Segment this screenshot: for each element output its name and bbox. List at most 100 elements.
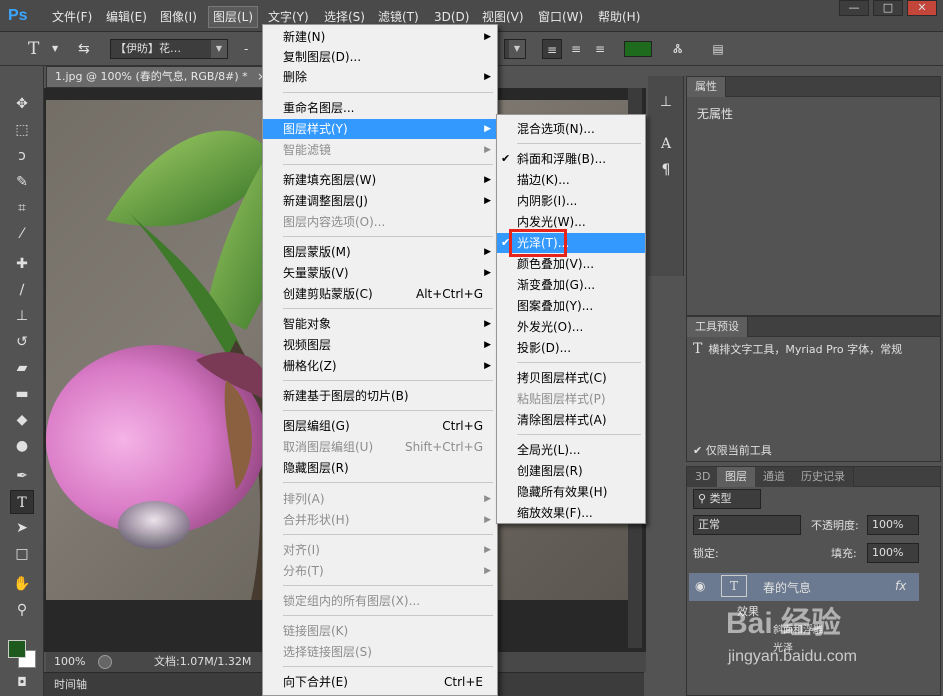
menu-drop-shadow[interactable]: 投影(D)... bbox=[497, 338, 645, 358]
menu-rasterize[interactable]: 栅格化(Z) ▶ bbox=[263, 356, 497, 376]
foreground-color-swatch[interactable] bbox=[8, 640, 26, 658]
menu-pattern-overlay[interactable]: 图案叠加(Y)... bbox=[497, 296, 645, 316]
menu-smart-object[interactable]: 智能对象 ▶ bbox=[263, 314, 497, 334]
menu-ungroup-layers[interactable]: 取消图层编组(U) Shift+Ctrl+G bbox=[263, 437, 497, 457]
menu-link-layers[interactable]: 链接图层(K) bbox=[263, 621, 497, 641]
text-color-swatch[interactable] bbox=[624, 41, 652, 57]
eraser-tool-icon[interactable]: ▰ bbox=[10, 356, 34, 380]
menu-arrange[interactable]: 排列(A) ▶ bbox=[263, 489, 497, 509]
menu-color-overlay[interactable]: 颜色叠加(V)... bbox=[497, 254, 645, 274]
quick-mask-icon[interactable]: ◘ bbox=[10, 670, 34, 694]
marquee-tool-icon[interactable]: ⬚ bbox=[10, 118, 34, 142]
path-select-icon[interactable]: ➤ bbox=[10, 516, 34, 540]
close-button[interactable]: ✕ bbox=[907, 0, 937, 16]
align-right-icon[interactable]: ≡ bbox=[590, 39, 610, 59]
blend-mode-select[interactable]: 正常 bbox=[693, 515, 801, 535]
menu-clear-layer-style[interactable]: 清除图层样式(A) bbox=[497, 410, 645, 430]
rectangle-tool-icon[interactable]: □ bbox=[10, 542, 34, 566]
menu-help[interactable]: 帮助(H) bbox=[594, 8, 644, 26]
menu-edit[interactable]: 编辑(E) bbox=[102, 8, 151, 26]
menu-create-clipping-mask[interactable]: 创建剪贴蒙版(C) Alt+Ctrl+G bbox=[263, 284, 497, 304]
menu-hide-all-effects[interactable]: 隐藏所有效果(H) bbox=[497, 482, 645, 502]
menu-smart-filter[interactable]: 智能滤镜 ▶ bbox=[263, 140, 497, 160]
eyedropper-tool-icon[interactable]: ⁄ bbox=[10, 222, 34, 246]
menu-new-fill-layer[interactable]: 新建填充图层(W) ▶ bbox=[263, 170, 497, 190]
tab-properties[interactable]: 属性 bbox=[687, 77, 726, 97]
tab-3d[interactable]: 3D bbox=[687, 467, 720, 487]
menu-window[interactable]: 窗口(W) bbox=[534, 8, 587, 26]
tab-tool-presets[interactable]: 工具预设 bbox=[687, 317, 748, 337]
menu-vector-mask[interactable]: 矢量蒙版(V) ▶ bbox=[263, 263, 497, 283]
menu-inner-shadow[interactable]: 内阴影(I)... bbox=[497, 191, 645, 211]
font-family-select[interactable]: 【伊昉】花… ▼ bbox=[110, 39, 228, 59]
dodge-tool-icon[interactable]: ● bbox=[10, 434, 34, 458]
tool-preset-dropdown-icon[interactable]: ▼ bbox=[52, 39, 58, 59]
menu-rename-layer[interactable]: 重命名图层... bbox=[263, 98, 497, 118]
tab-layers[interactable]: 图层 bbox=[717, 467, 756, 487]
menu-lock-all-layers-in-group[interactable]: 锁定组内的所有图层(X)... bbox=[263, 591, 497, 611]
tab-channels[interactable]: 通道 bbox=[755, 467, 794, 487]
brush-tool-icon[interactable]: ∕ bbox=[10, 278, 34, 302]
menu-layer-mask[interactable]: 图层蒙版(M) ▶ bbox=[263, 242, 497, 262]
type-tool-icon[interactable]: T bbox=[10, 490, 34, 514]
type-tool-icon[interactable]: T bbox=[28, 39, 39, 59]
align-center-icon[interactable]: ≡ bbox=[566, 39, 586, 59]
menu-bevel-emboss[interactable]: ✔ 斜面和浮雕(B)... bbox=[497, 149, 645, 169]
fx-badge[interactable]: fx bbox=[895, 579, 906, 593]
menu-create-layers[interactable]: 创建图层(R) bbox=[497, 461, 645, 481]
warp-text-icon[interactable]: Ꮬ bbox=[668, 39, 688, 59]
move-tool-icon[interactable]: ✥ bbox=[10, 92, 34, 116]
menu-global-light[interactable]: 全局光(L)... bbox=[497, 440, 645, 460]
menu-new-layer-based-slice[interactable]: 新建基于图层的切片(B) bbox=[263, 386, 497, 406]
status-menu-icon[interactable] bbox=[98, 655, 112, 669]
character-icon[interactable]: A bbox=[654, 132, 678, 156]
menu-copy-layer-style[interactable]: 拷贝图层样式(C) bbox=[497, 368, 645, 388]
menu-layer-style[interactable]: 图层样式(Y) ▶ bbox=[263, 119, 497, 139]
menu-align[interactable]: 对齐(I) ▶ bbox=[263, 540, 497, 560]
menu-merge-down[interactable]: 向下合并(E) Ctrl+E bbox=[263, 672, 497, 692]
menu-blending-options[interactable]: 混合选项(N)... bbox=[497, 119, 645, 139]
quick-select-tool-icon[interactable]: ✎ bbox=[10, 170, 34, 194]
layer-filter-select[interactable]: ⚲ 类型 bbox=[693, 489, 761, 509]
minimize-button[interactable]: — bbox=[839, 0, 869, 16]
paragraph-icon[interactable]: ¶ bbox=[654, 158, 678, 182]
menu-gradient-overlay[interactable]: 渐变叠加(G)... bbox=[497, 275, 645, 295]
opacity-input[interactable]: 100% bbox=[867, 515, 919, 535]
menu-stroke[interactable]: 描边(K)... bbox=[497, 170, 645, 190]
pen-tool-icon[interactable]: ✒ bbox=[10, 464, 34, 488]
only-current-tool-checkbox[interactable]: ✔ 仅限当前工具 bbox=[693, 443, 772, 459]
menu-video-layers[interactable]: 视频图层 ▶ bbox=[263, 335, 497, 355]
menu-image[interactable]: 图像(I) bbox=[156, 8, 201, 26]
align-left-icon[interactable]: ≡ bbox=[542, 39, 562, 59]
fill-input[interactable]: 100% bbox=[867, 543, 919, 563]
menu-outer-glow[interactable]: 外发光(O)... bbox=[497, 317, 645, 337]
clone-stamp-icon[interactable]: ⊥ bbox=[10, 304, 34, 328]
menu-file[interactable]: 文件(F) bbox=[48, 8, 96, 26]
size-dropdown[interactable]: ▼ bbox=[504, 39, 526, 59]
menu-layer[interactable]: 图层(L) bbox=[208, 6, 259, 28]
menu-scale-effects[interactable]: 缩放效果(F)... bbox=[497, 503, 645, 523]
menu-select-linked-layers[interactable]: 选择链接图层(S) bbox=[263, 642, 497, 662]
menu-group-layers[interactable]: 图层编组(G) Ctrl+G bbox=[263, 416, 497, 436]
menu-paste-layer-style[interactable]: 粘贴图层样式(P) bbox=[497, 389, 645, 409]
menu-new-adjustment-layer[interactable]: 新建调整图层(J) ▶ bbox=[263, 191, 497, 211]
menu-new[interactable]: 新建(N) ▶ bbox=[263, 27, 497, 47]
menu-hide-layers[interactable]: 隐藏图层(R) bbox=[263, 458, 497, 478]
history-brush-icon[interactable]: ↺ bbox=[10, 330, 34, 354]
healing-brush-icon[interactable]: ✚ bbox=[10, 252, 34, 276]
menu-combine-shapes[interactable]: 合并形状(H) ▶ bbox=[263, 510, 497, 530]
zoom-tool-icon[interactable]: ⚲ bbox=[10, 598, 34, 622]
menu-distribute[interactable]: 分布(T) ▶ bbox=[263, 561, 497, 581]
preset-item[interactable]: T 横排文字工具，Myriad Pro 字体，常规 bbox=[693, 339, 921, 359]
crop-tool-icon[interactable]: ⌗ bbox=[10, 196, 34, 220]
blur-tool-icon[interactable]: ◆ bbox=[10, 408, 34, 432]
menu-duplicate-layer[interactable]: 复制图层(D)... bbox=[263, 47, 497, 67]
tab-history[interactable]: 历史记录 bbox=[793, 467, 854, 487]
orientation-toggle-icon[interactable]: ⇆ bbox=[78, 39, 90, 59]
zoom-level[interactable]: 100% bbox=[54, 652, 85, 672]
document-tab[interactable]: 1.jpg @ 100% (春的气息, RGB/8#) * × bbox=[46, 66, 276, 88]
menu-delete[interactable]: 删除 ▶ bbox=[263, 67, 497, 87]
clone-source-icon[interactable]: ⊥ bbox=[654, 90, 678, 114]
restore-button[interactable]: □ bbox=[873, 0, 903, 16]
lasso-tool-icon[interactable]: ↄ bbox=[10, 144, 34, 168]
